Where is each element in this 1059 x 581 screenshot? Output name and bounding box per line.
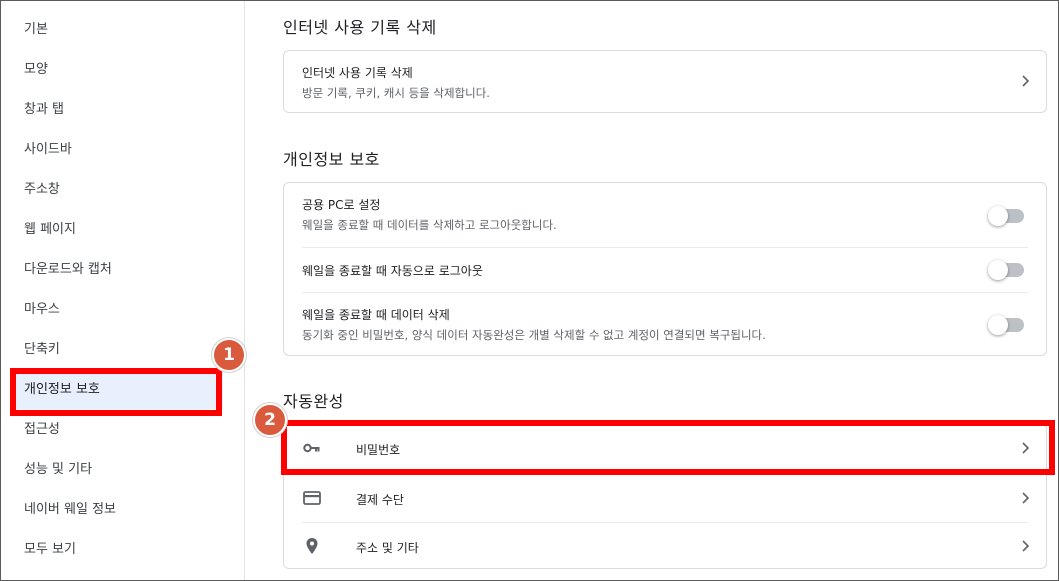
- sidebar-item-performance[interactable]: 성능 및 기타: [11, 451, 223, 489]
- section-title-history: 인터넷 사용 기록 삭제: [283, 18, 437, 37]
- public-pc-row: 공용 PC로 설정 웨일을 종료할 때 데이터를 삭제하고 로그아웃합니다.: [302, 196, 1028, 233]
- settings-main: 인터넷 사용 기록 삭제 인터넷 사용 기록 삭제 방문 기록, 쿠키, 캐시 …: [246, 1, 1058, 580]
- sidebar-item-windows-tabs[interactable]: 창과 탭: [11, 91, 223, 129]
- chevron-right-icon[interactable]: [1018, 74, 1032, 88]
- history-card: 인터넷 사용 기록 삭제 방문 기록, 쿠키, 캐시 등을 삭제합니다.: [283, 50, 1047, 113]
- sidebar-item-accessibility[interactable]: 접근성: [11, 411, 223, 449]
- credit-card-icon: [303, 491, 321, 505]
- auto-logout-row: 웨일을 종료할 때 자동으로 로그아웃: [302, 262, 1028, 279]
- section-title-autofill: 자동완성: [283, 392, 344, 411]
- delete-data-subtitle: 동기화 중인 비밀번호, 양식 데이터 자동완성은 개별 삭제할 수 없고 계정…: [302, 328, 766, 342]
- sidebar-item-show-all[interactable]: 모두 보기: [11, 531, 223, 569]
- settings-sidebar: 기본 모양 창과 탭 사이드바 주소창 웹 페이지 다운로드와 캡처 마우스 단…: [1, 1, 245, 580]
- auto-logout-toggle[interactable]: [988, 260, 1024, 280]
- sidebar-item-shortcuts[interactable]: 단축키: [11, 331, 223, 369]
- highlight-box-password: [281, 420, 1055, 475]
- delete-data-title: 웨일을 종료할 때 데이터 삭제: [302, 308, 450, 322]
- row-divider: [302, 292, 1028, 293]
- public-pc-title: 공용 PC로 설정: [302, 198, 381, 212]
- sidebar-item-sidebar[interactable]: 사이드바: [11, 131, 223, 169]
- sidebar-item-appearance[interactable]: 모양: [11, 51, 223, 89]
- public-pc-subtitle: 웨일을 종료할 때 데이터를 삭제하고 로그아웃합니다.: [302, 218, 557, 232]
- sidebar-item-about[interactable]: 네이버 웨일 정보: [11, 491, 223, 529]
- location-pin-icon: [306, 538, 318, 554]
- sidebar-item-basic[interactable]: 기본: [11, 11, 223, 49]
- chevron-right-icon: [1022, 540, 1030, 552]
- payment-methods-label: 결제 수단: [356, 493, 404, 507]
- step-badge-1: 1: [212, 338, 246, 372]
- sidebar-item-address-bar[interactable]: 주소창: [11, 171, 223, 209]
- sidebar-item-download-capture[interactable]: 다운로드와 캡처: [11, 251, 223, 289]
- toggle-knob: [988, 315, 1008, 335]
- public-pc-toggle[interactable]: [988, 206, 1024, 226]
- delete-data-toggle[interactable]: [988, 315, 1024, 335]
- delete-data-row: 웨일을 종료할 때 데이터 삭제 동기화 중인 비밀번호, 양식 데이터 자동완…: [302, 306, 1028, 343]
- clear-history-subtitle: 방문 기록, 쿠키, 캐시 등을 삭제합니다.: [302, 86, 490, 100]
- highlight-box-privacy: [10, 368, 222, 416]
- privacy-card: 공용 PC로 설정 웨일을 종료할 때 데이터를 삭제하고 로그아웃합니다. 웨…: [283, 182, 1047, 356]
- clear-history-row[interactable]: 인터넷 사용 기록 삭제 방문 기록, 쿠키, 캐시 등을 삭제합니다.: [302, 64, 1028, 101]
- addresses-row[interactable]: 주소 및 기타: [284, 523, 1046, 569]
- auto-logout-title: 웨일을 종료할 때 자동으로 로그아웃: [302, 264, 483, 278]
- chevron-right-icon: [1022, 492, 1030, 504]
- sidebar-item-web-page[interactable]: 웹 페이지: [11, 211, 223, 249]
- row-divider: [302, 247, 1028, 248]
- step-badge-2: 2: [253, 403, 287, 437]
- addresses-label: 주소 및 기타: [356, 541, 419, 555]
- toggle-knob: [988, 260, 1008, 280]
- clear-history-title: 인터넷 사용 기록 삭제: [302, 66, 413, 80]
- payment-methods-row[interactable]: 결제 수단: [284, 474, 1046, 522]
- toggle-knob: [988, 206, 1008, 226]
- section-title-privacy: 개인정보 보호: [283, 150, 380, 169]
- sidebar-item-mouse[interactable]: 마우스: [11, 291, 223, 329]
